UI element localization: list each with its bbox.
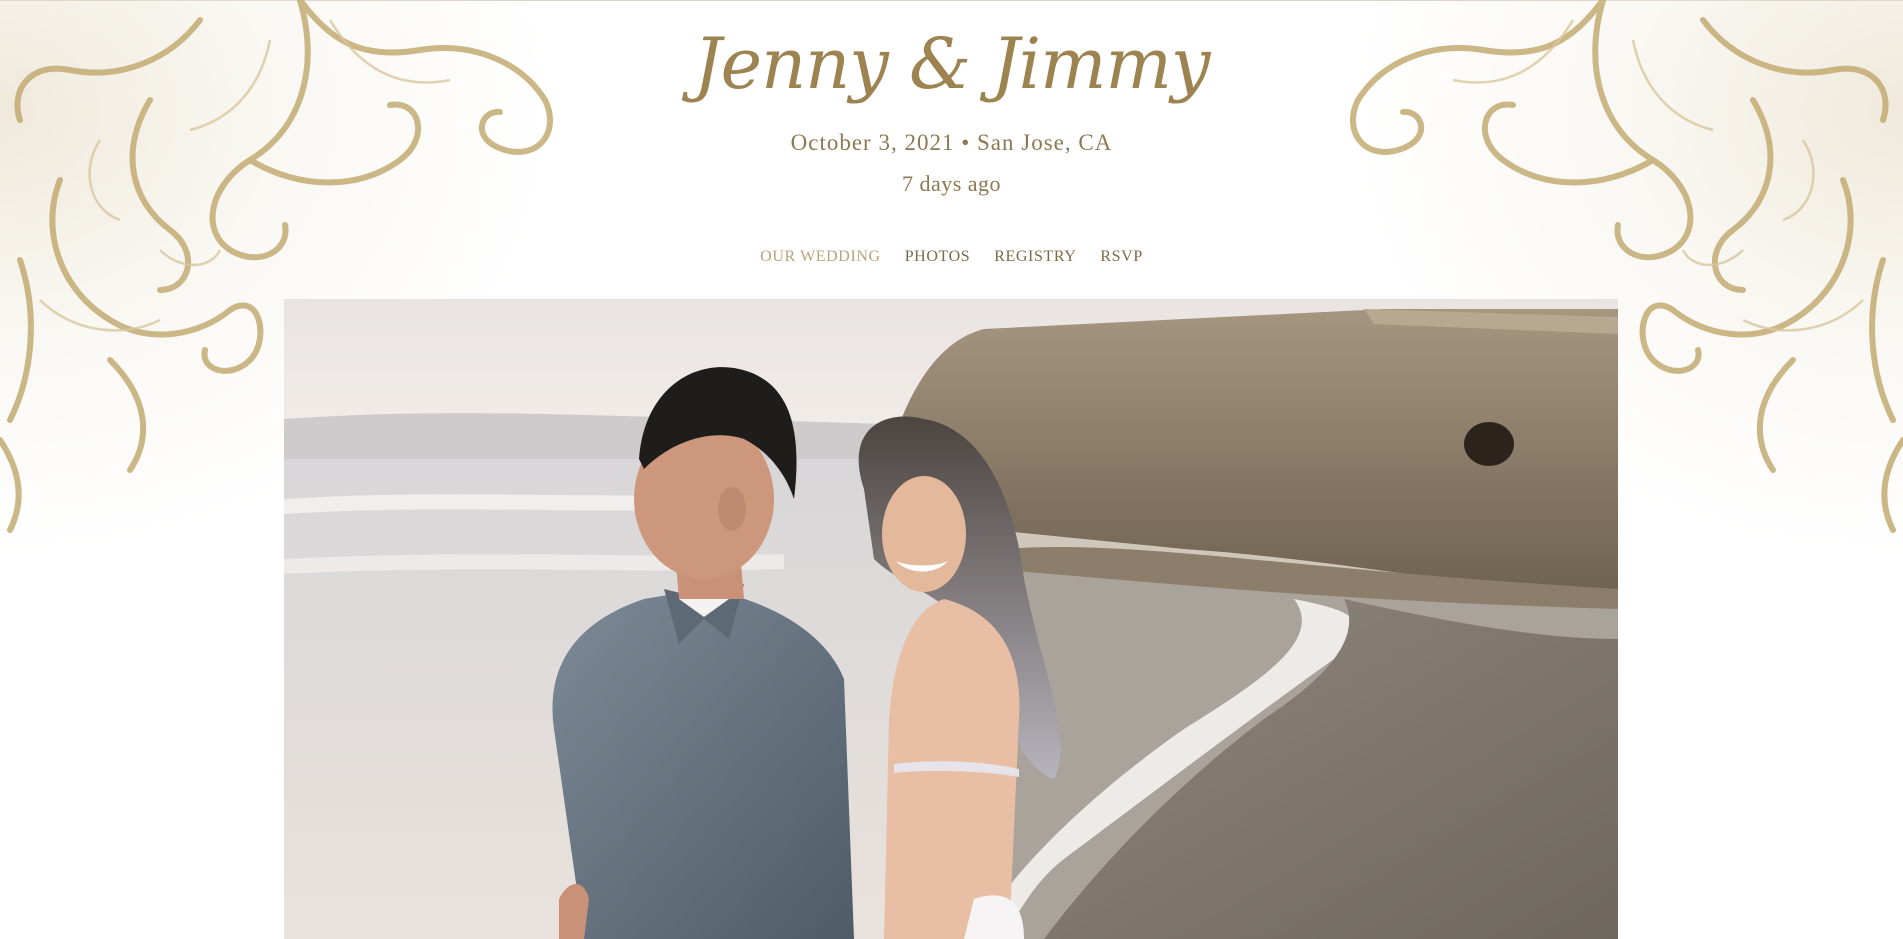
event-date-location: October 3, 2021 • San Jose, CA xyxy=(790,130,1113,155)
hero-couple-photo xyxy=(284,299,1618,939)
nav-item-our-wedding[interactable]: OUR WEDDING xyxy=(760,245,881,269)
nav-item-photos[interactable]: PHOTOS xyxy=(905,245,971,269)
wedding-website-page: Jenny & Jimmy October 3, 2021 • San Jose… xyxy=(0,0,1903,939)
nav-item-rsvp[interactable]: RSVP xyxy=(1100,245,1142,269)
main-navigation: OUR WEDDING PHOTOS REGISTRY RSVP xyxy=(0,245,1903,269)
couple-names-title: Jenny & Jimmy xyxy=(693,23,1211,105)
event-countdown: 7 days ago xyxy=(901,171,1002,196)
nav-item-registry[interactable]: REGISTRY xyxy=(994,245,1076,269)
